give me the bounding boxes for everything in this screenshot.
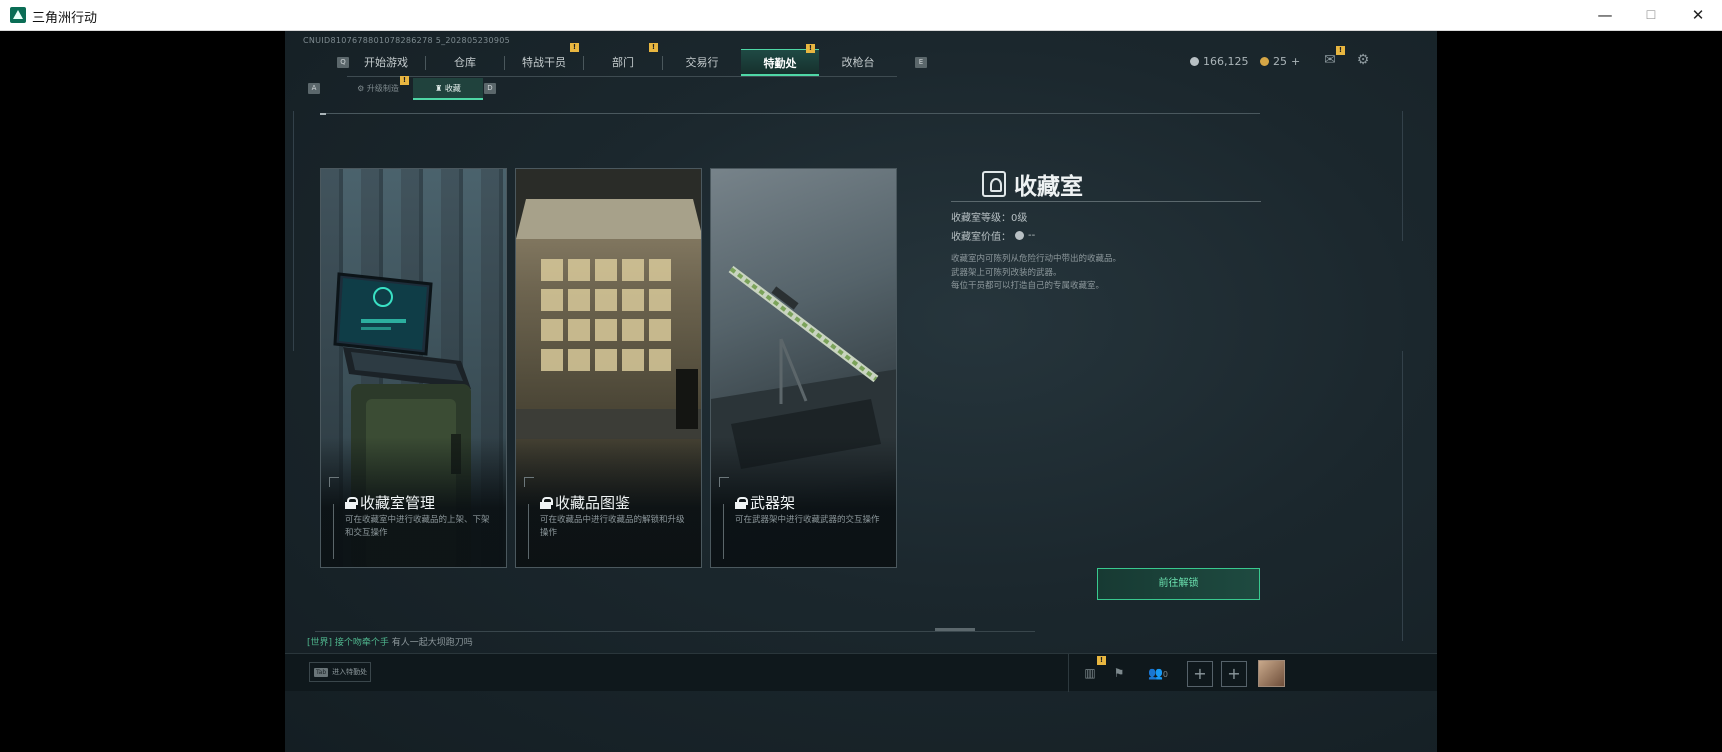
minimize-button[interactable]: — [1582,0,1628,31]
card-rail-deco [723,504,724,559]
bottom-bar: Tab 进入特勤处 ▥! ⚑ 👥0 + + [285,653,1437,692]
friends-icon: 👥 [1147,666,1163,680]
gold-currency[interactable]: 25 + [1260,55,1300,68]
window-title: 三角洲行动 [32,11,98,26]
card-title: 收藏品图鉴 [540,492,630,513]
subtab-upgrade-craft[interactable]: ⚙ 升级制造 ! [343,76,413,100]
world-chat-message[interactable]: [世界] 接个吻牵个手 有人一起大坝跑刀吗 [307,635,473,648]
stats-icon[interactable]: ▥! [1080,656,1106,682]
frame-line [293,111,294,351]
subnav-next-key-hint: D [484,83,496,94]
lock-icon [735,496,748,509]
enter-special-ops-hint[interactable]: Tab 进入特勤处 [309,662,371,682]
card-collectibles-catalog[interactable]: 收藏品图鉴 可在收藏品中进行收藏品的解锁和升级操作 [515,168,702,568]
card-collection-room-management[interactable]: 收藏室管理 可在收藏室中进行收藏品的上架、下架和交互操作 [320,168,507,568]
frame-line [315,631,1035,632]
card-title: 武器架 [735,492,795,513]
chat-user[interactable]: 接个吻牵个手 [335,638,389,648]
card-title: 收藏室管理 [345,492,435,513]
frame-line [1402,111,1403,241]
nav-tab-special-ops[interactable]: 特勤处! [741,44,819,76]
notification-badge: ! [400,76,409,85]
gold-add-icon[interactable]: + [1291,55,1300,68]
collection-room-icon [982,171,1006,197]
trophy-icon: ♜ [435,84,443,93]
nav-tab-operators[interactable]: 特战干员! [505,43,583,76]
chat-channel: [世界] [307,638,333,648]
letterbox-right [1437,31,1722,752]
bar-divider [1068,654,1069,692]
main-nav: 开始游戏 仓库 特战干员! 部门! 交易行 特勤处! 改枪台 [347,43,897,77]
nav-tab-department[interactable]: 部门! [584,43,662,76]
app-logo-icon [10,7,26,23]
notification-badge: ! [570,43,579,52]
gold-coin-icon [1260,57,1269,66]
gold-amount: 25 [1273,55,1287,68]
chat-text: 有人一起大坝跑刀吗 [391,638,473,648]
mail-badge: ! [1336,46,1345,55]
lock-icon [540,496,553,509]
room-value: 收藏室价值： -- [951,230,1036,243]
wrench-icon: ⚙ [357,84,365,93]
card-corner-deco [329,477,339,487]
nav-tab-gunsmith[interactable]: 改枪台 [819,49,897,76]
silver-coin-icon [1190,57,1199,66]
window-titlebar: 三角洲行动 — ☐ ✕ [0,0,1722,31]
frame-marker [935,628,975,631]
close-button[interactable]: ✕ [1675,0,1721,31]
room-level: 收藏室等级：0级 [951,213,1028,224]
panel-description: 收藏室内可陈列从危险行动中带出的收藏品。 武器架上可陈列改装的武器。 每位干员都… [951,254,1122,291]
frame-marker [320,113,326,115]
frame-line [1402,351,1403,641]
card-corner-deco [524,477,534,487]
nav-next-key-hint: E [915,57,927,68]
panel-divider [951,201,1261,202]
subnav-prev-key-hint: A [308,83,320,94]
letterbox-left [0,31,285,752]
nav-tab-warehouse[interactable]: 仓库 [426,49,504,76]
notification-badge: ! [806,44,815,53]
silver-currency: 166,125 [1190,55,1249,68]
silver-amount: 166,125 [1203,55,1249,68]
friends-button[interactable]: 👥0 [1143,664,1173,682]
add-squad-slot-button[interactable]: + [1221,661,1247,687]
add-squad-slot-button[interactable]: + [1187,661,1213,687]
mail-icon[interactable]: ✉! [1321,46,1345,68]
tab-key: Tab [314,667,329,677]
flag-icon[interactable]: ⚑ [1109,664,1129,682]
card-description: 可在收藏室中进行收藏品的上架、下架和交互操作 [345,515,490,538]
subtab-collection[interactable]: ♜ 收藏 [413,78,483,100]
lock-icon [345,496,358,509]
card-corner-deco [719,477,729,487]
card-description: 可在收藏品中进行收藏品的解锁和升级操作 [540,515,685,538]
nav-tab-start-game[interactable]: 开始游戏 [347,49,425,76]
nav-tab-market[interactable]: 交易行 [663,49,741,76]
player-avatar[interactable] [1258,660,1285,687]
notification-badge: ! [1097,656,1106,665]
friends-count: 0 [1162,670,1169,679]
card-rail-deco [333,504,334,559]
game-viewport: CNUID8107678801078286278 5_202805230905 … [285,31,1437,752]
frame-line [320,113,1260,114]
go-unlock-button[interactable]: 前往解锁 [1097,568,1260,600]
notification-badge: ! [649,43,658,52]
maximize-button[interactable]: ☐ [1628,0,1674,31]
card-description: 可在武器架中进行收藏武器的交互操作 [735,515,880,525]
sub-nav: ⚙ 升级制造 ! ♜ 收藏 [343,76,483,100]
panel-title: 收藏室 [982,167,1083,201]
player-uid: CNUID8107678801078286278 5_202805230905 [303,36,511,45]
gear-icon[interactable]: ⚙ [1354,52,1372,68]
card-weapon-rack[interactable]: 武器架 可在武器架中进行收藏武器的交互操作 [710,168,897,568]
silver-coin-icon [1015,231,1024,240]
card-rail-deco [528,504,529,559]
